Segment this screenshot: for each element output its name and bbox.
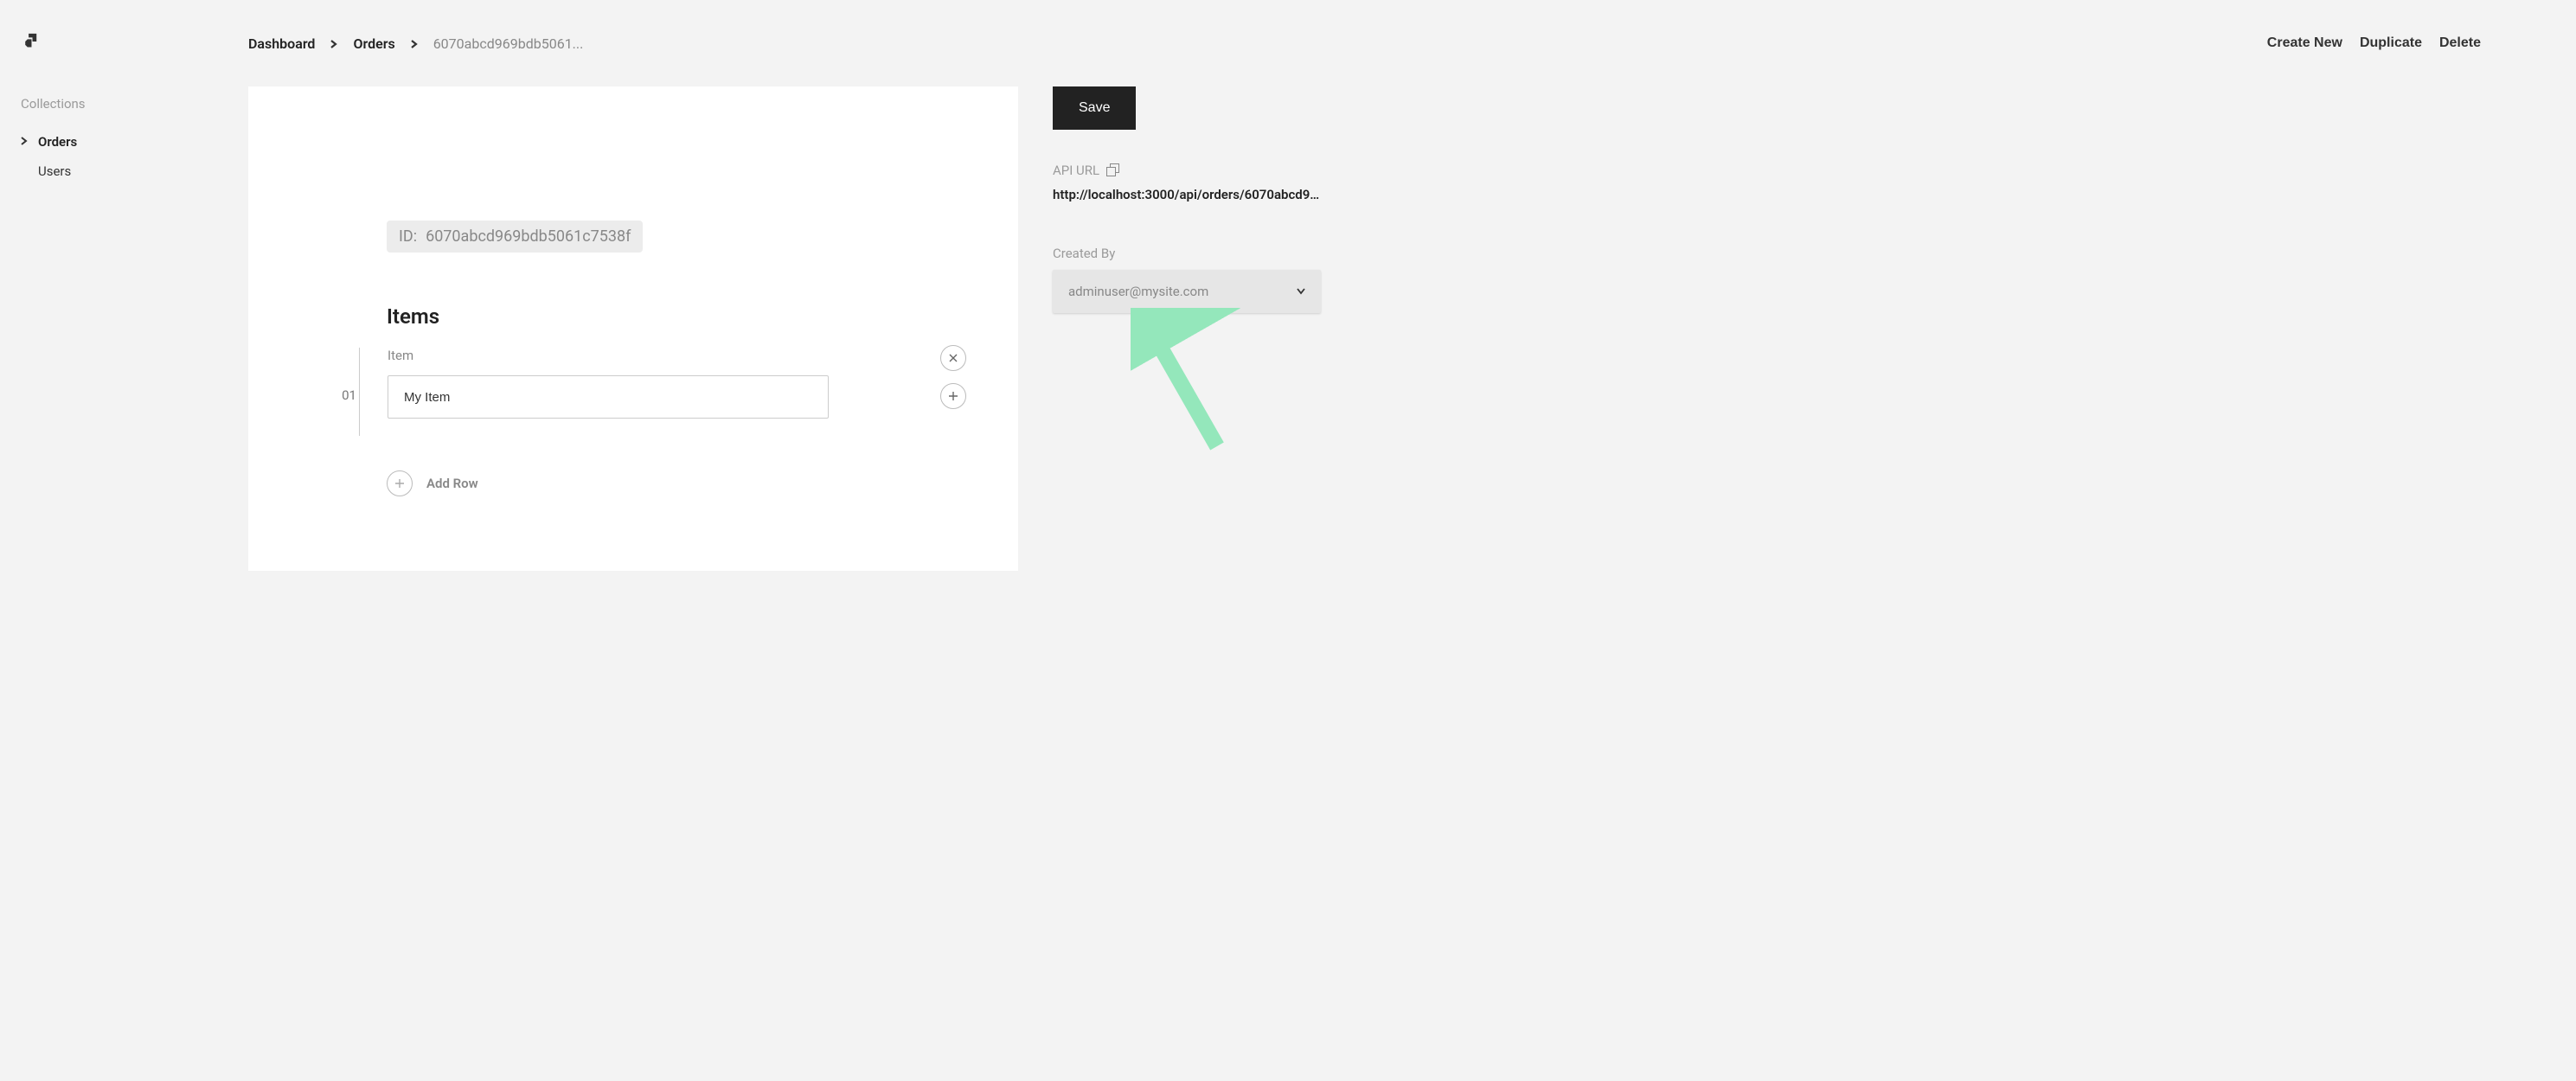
item-row: 01 Item [359,348,966,436]
save-button[interactable]: Save [1053,86,1136,130]
plus-icon [949,390,958,402]
breadcrumb: Dashboard Orders 6070abcd969bdb5061... [248,35,583,52]
sidebar-item-label: Orders [38,134,77,150]
sidebar-item-users[interactable]: Users [21,157,227,186]
api-url-label: API URL [1053,163,1321,178]
chevron-right-icon [330,35,337,52]
item-index: 01 [332,387,356,403]
api-url-value: http://localhost:3000/api/orders/6070abc… [1053,187,1321,202]
sidebar-item-orders[interactable]: Orders [21,127,227,157]
copy-icon[interactable] [1106,163,1120,177]
chevron-down-icon [1297,286,1305,297]
create-new-button[interactable]: Create New [2267,35,2342,51]
add-row-label: Add Row [426,476,478,491]
created-by-select[interactable]: adminuser@mysite.com [1053,270,1321,313]
delete-button[interactable]: Delete [2439,35,2481,51]
add-row-button[interactable]: Add Row [387,470,966,496]
top-actions: Create New Duplicate Delete [2267,35,2576,51]
breadcrumb-dashboard[interactable]: Dashboard [248,35,315,52]
id-badge: ID: 6070abcd969bdb5061c7538f [387,221,643,253]
plus-icon [387,470,413,496]
sidebar-heading: Collections [21,96,227,112]
topbar: Dashboard Orders 6070abcd969bdb5061... C… [248,0,2576,86]
sidebar-item-label: Users [38,163,71,179]
id-value: 6070abcd969bdb5061c7538f [426,227,631,246]
editor-panel: ID: 6070abcd969bdb5061c7538f Items 01 It… [248,86,1018,571]
add-item-button[interactable] [940,383,966,409]
breadcrumb-current: 6070abcd969bdb5061... [433,35,584,52]
created-by-label: Created By [1053,246,1321,261]
right-panel: Save API URL http://localhost:3000/api/o… [1053,86,1338,472]
chevron-right-icon [21,136,31,148]
chevron-right-icon [411,35,418,52]
id-label: ID: [399,227,417,246]
remove-item-button[interactable] [940,345,966,371]
close-icon [949,352,958,364]
duplicate-button[interactable]: Duplicate [2360,35,2422,51]
app-logo[interactable] [21,30,43,53]
item-input[interactable] [388,375,829,419]
sidebar: Collections Orders Users [0,0,248,1081]
item-field-label: Item [388,348,913,363]
created-by-value: adminuser@mysite.com [1068,284,1208,299]
breadcrumb-orders[interactable]: Orders [353,35,394,52]
items-heading: Items [387,304,966,329]
arrow-annotation [1131,308,1243,464]
